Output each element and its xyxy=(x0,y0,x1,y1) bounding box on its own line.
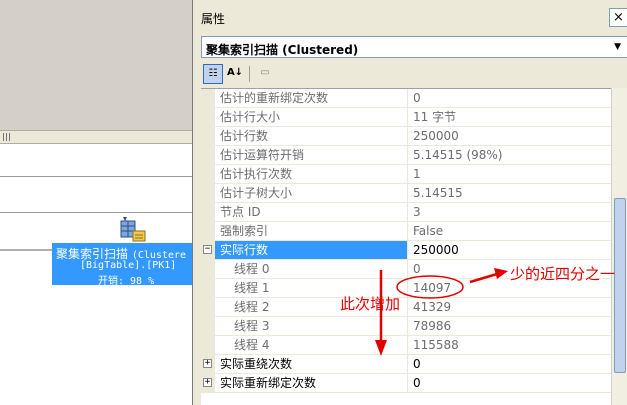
property-name: 线程 4 xyxy=(215,336,408,355)
property-value[interactable]: False xyxy=(408,222,611,241)
property-name: 估计运算符开销 xyxy=(215,146,408,165)
property-row-thread[interactable]: 线程 3 78986 xyxy=(201,317,611,336)
plan-divider xyxy=(0,212,192,213)
property-value[interactable]: 1 xyxy=(408,165,611,184)
row-gutter xyxy=(201,203,215,222)
pane-splitter[interactable] xyxy=(0,130,192,144)
property-row[interactable]: + 实际重新绑定次数 0 xyxy=(201,374,611,393)
property-row-actual-rows[interactable]: − 实际行数 250000 xyxy=(201,241,611,260)
row-gutter xyxy=(201,184,215,203)
property-value[interactable]: 78986 xyxy=(408,317,611,336)
splitter-grip-icon[interactable] xyxy=(3,133,11,141)
row-gutter: − xyxy=(201,241,215,260)
property-pages-icon[interactable]: ▭ xyxy=(255,64,275,84)
property-name: 实际行数 xyxy=(215,241,408,260)
property-name: 强制索引 xyxy=(215,222,408,241)
property-row-thread[interactable]: 线程 2 41329 xyxy=(201,298,611,317)
row-gutter xyxy=(201,260,215,279)
vertical-scrollbar[interactable] xyxy=(611,88,627,405)
property-row-thread[interactable]: 线程 4 115588 xyxy=(201,336,611,355)
plan-divider xyxy=(0,176,192,177)
property-name: 线程 3 xyxy=(215,317,408,336)
scrollbar-thumb[interactable] xyxy=(614,198,626,373)
row-gutter xyxy=(201,108,215,127)
property-name: 实际重绕次数 xyxy=(215,355,408,374)
categorized-view-icon[interactable]: ☷ xyxy=(203,64,223,84)
row-gutter xyxy=(201,165,215,184)
property-name: 节点 ID xyxy=(215,203,408,222)
property-name: 估计执行次数 xyxy=(215,165,408,184)
close-button[interactable]: × xyxy=(609,8,627,27)
row-gutter xyxy=(201,336,215,355)
plan-connector-line xyxy=(0,249,54,251)
properties-toolbar: ☷ A↓ ▭ xyxy=(201,62,627,86)
property-value[interactable]: 250000 xyxy=(408,241,611,260)
property-value[interactable]: 5.14515 (98%) xyxy=(408,146,611,165)
operator-name: 聚集索引扫描 xyxy=(56,247,129,261)
row-gutter xyxy=(201,146,215,165)
property-name: 实际重新绑定次数 xyxy=(215,374,408,393)
operator-cost: 开销: 98 % xyxy=(98,276,155,285)
property-name: 估计子树大小 xyxy=(215,184,408,203)
property-row[interactable]: 强制索引 False xyxy=(201,222,611,241)
property-row[interactable]: 估计运算符开销 5.14515 (98%) xyxy=(201,146,611,165)
property-value[interactable]: 5.14515 xyxy=(408,184,611,203)
property-row[interactable]: 节点 ID 3 xyxy=(201,203,611,222)
operator-label-box[interactable]: 聚集索引扫描 (Clustere [BigTable].[PK1] 开销: 98… xyxy=(52,243,192,285)
alphabetical-sort-icon[interactable]: A↓ xyxy=(225,64,245,84)
row-gutter: + xyxy=(201,355,215,374)
property-row[interactable]: 估计行大小 11 字节 xyxy=(201,108,611,127)
property-value[interactable]: 11 字节 xyxy=(408,108,611,127)
property-name: 估计的重新绑定次数 xyxy=(215,89,408,108)
property-value[interactable]: 115588 xyxy=(408,336,611,355)
row-gutter xyxy=(201,298,215,317)
property-value[interactable]: 0 xyxy=(408,374,611,393)
property-grid: 估计的重新绑定次数 0 估计行大小 11 字节 估计行数 250000 估计运算… xyxy=(201,88,611,405)
property-row[interactable]: 估计子树大小 5.14515 xyxy=(201,184,611,203)
operator-table: [BigTable].[PK1] xyxy=(80,260,177,271)
row-gutter xyxy=(201,89,215,108)
expand-icon[interactable]: + xyxy=(203,359,212,368)
annotation-quarter-note: 少的近四分之一 xyxy=(510,265,616,283)
object-selector-dropdown[interactable]: 聚集索引扫描 (Clustered) ▼ xyxy=(201,36,627,58)
property-value[interactable]: 41329 xyxy=(408,298,611,317)
properties-title: 属性 xyxy=(201,12,226,26)
property-row[interactable]: 估计行数 250000 xyxy=(201,127,611,146)
property-row[interactable]: 估计的重新绑定次数 0 xyxy=(201,89,611,108)
annotation-increase-note: 此次增加 xyxy=(340,295,401,313)
collapse-icon[interactable]: − xyxy=(203,245,212,254)
property-value[interactable]: 250000 xyxy=(408,127,611,146)
property-name: 估计行大小 xyxy=(215,108,408,127)
clustered-index-scan-icon[interactable] xyxy=(117,215,147,243)
expand-icon[interactable]: + xyxy=(203,378,212,387)
row-gutter: + xyxy=(201,374,215,393)
row-gutter xyxy=(201,279,215,298)
property-value[interactable]: 0 xyxy=(408,355,611,374)
plan-header-area xyxy=(0,0,192,130)
property-value[interactable]: 3 xyxy=(408,203,611,222)
row-gutter xyxy=(201,317,215,336)
toolbar-separator xyxy=(249,66,250,82)
chevron-down-icon[interactable]: ▼ xyxy=(614,42,621,52)
row-gutter xyxy=(201,222,215,241)
property-name: 线程 0 xyxy=(215,260,408,279)
property-row[interactable]: 估计执行次数 1 xyxy=(201,165,611,184)
properties-window: 属性 × 聚集索引扫描 (Clustered) ▼ ☷ A↓ ▭ 估计的重新绑定… xyxy=(192,0,627,405)
property-name: 估计行数 xyxy=(215,127,408,146)
row-gutter xyxy=(201,127,215,146)
property-value[interactable]: 0 xyxy=(408,89,611,108)
object-selector-value: 聚集索引扫描 (Clustered) xyxy=(206,43,359,57)
property-row[interactable]: + 实际重绕次数 0 xyxy=(201,355,611,374)
properties-titlebar[interactable]: 属性 × xyxy=(193,0,627,33)
